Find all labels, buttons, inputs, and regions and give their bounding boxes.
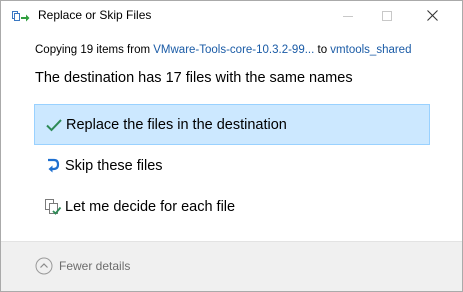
chevron-up-circle-icon xyxy=(35,257,53,275)
decide-each-file-option[interactable]: Let me decide for each file xyxy=(34,186,430,227)
fewer-details-toggle[interactable]: Fewer details xyxy=(35,256,130,276)
title-bar[interactable]: Replace or Skip Files xyxy=(1,1,462,32)
compare-files-icon xyxy=(44,198,62,216)
skip-files-label: Skip these files xyxy=(65,157,163,174)
close-button[interactable] xyxy=(409,1,455,32)
skip-arrow-icon xyxy=(44,157,62,175)
minimize-icon xyxy=(343,8,353,26)
maximize-button[interactable] xyxy=(364,1,410,32)
copy-middle: to xyxy=(314,44,331,56)
maximize-icon xyxy=(382,8,392,26)
replace-files-option[interactable]: Replace the files in the destination xyxy=(34,104,430,145)
replace-files-label: Replace the files in the destination xyxy=(66,116,287,133)
copy-prefix: Copying 19 items from xyxy=(35,44,154,56)
conflict-heading: The destination has 17 files with the sa… xyxy=(35,70,353,86)
copy-summary: Copying 19 items from VMware-Tools-core-… xyxy=(35,44,411,56)
window-title: Replace or Skip Files xyxy=(38,8,152,22)
destination-folder-link[interactable]: vmtools_shared xyxy=(330,44,411,56)
close-icon xyxy=(426,8,438,26)
dialog-footer: Fewer details xyxy=(1,241,462,291)
source-folder-link[interactable]: VMware-Tools-core-10.3.2-99... xyxy=(153,44,314,56)
file-move-icon xyxy=(12,9,30,24)
fewer-details-label: Fewer details xyxy=(59,259,131,273)
decide-each-file-label: Let me decide for each file xyxy=(65,198,236,215)
replace-or-skip-dialog: Replace or Skip Files Copying 19 items f… xyxy=(0,0,463,292)
checkmark-icon xyxy=(45,116,63,134)
skip-files-option[interactable]: Skip these files xyxy=(34,145,430,186)
